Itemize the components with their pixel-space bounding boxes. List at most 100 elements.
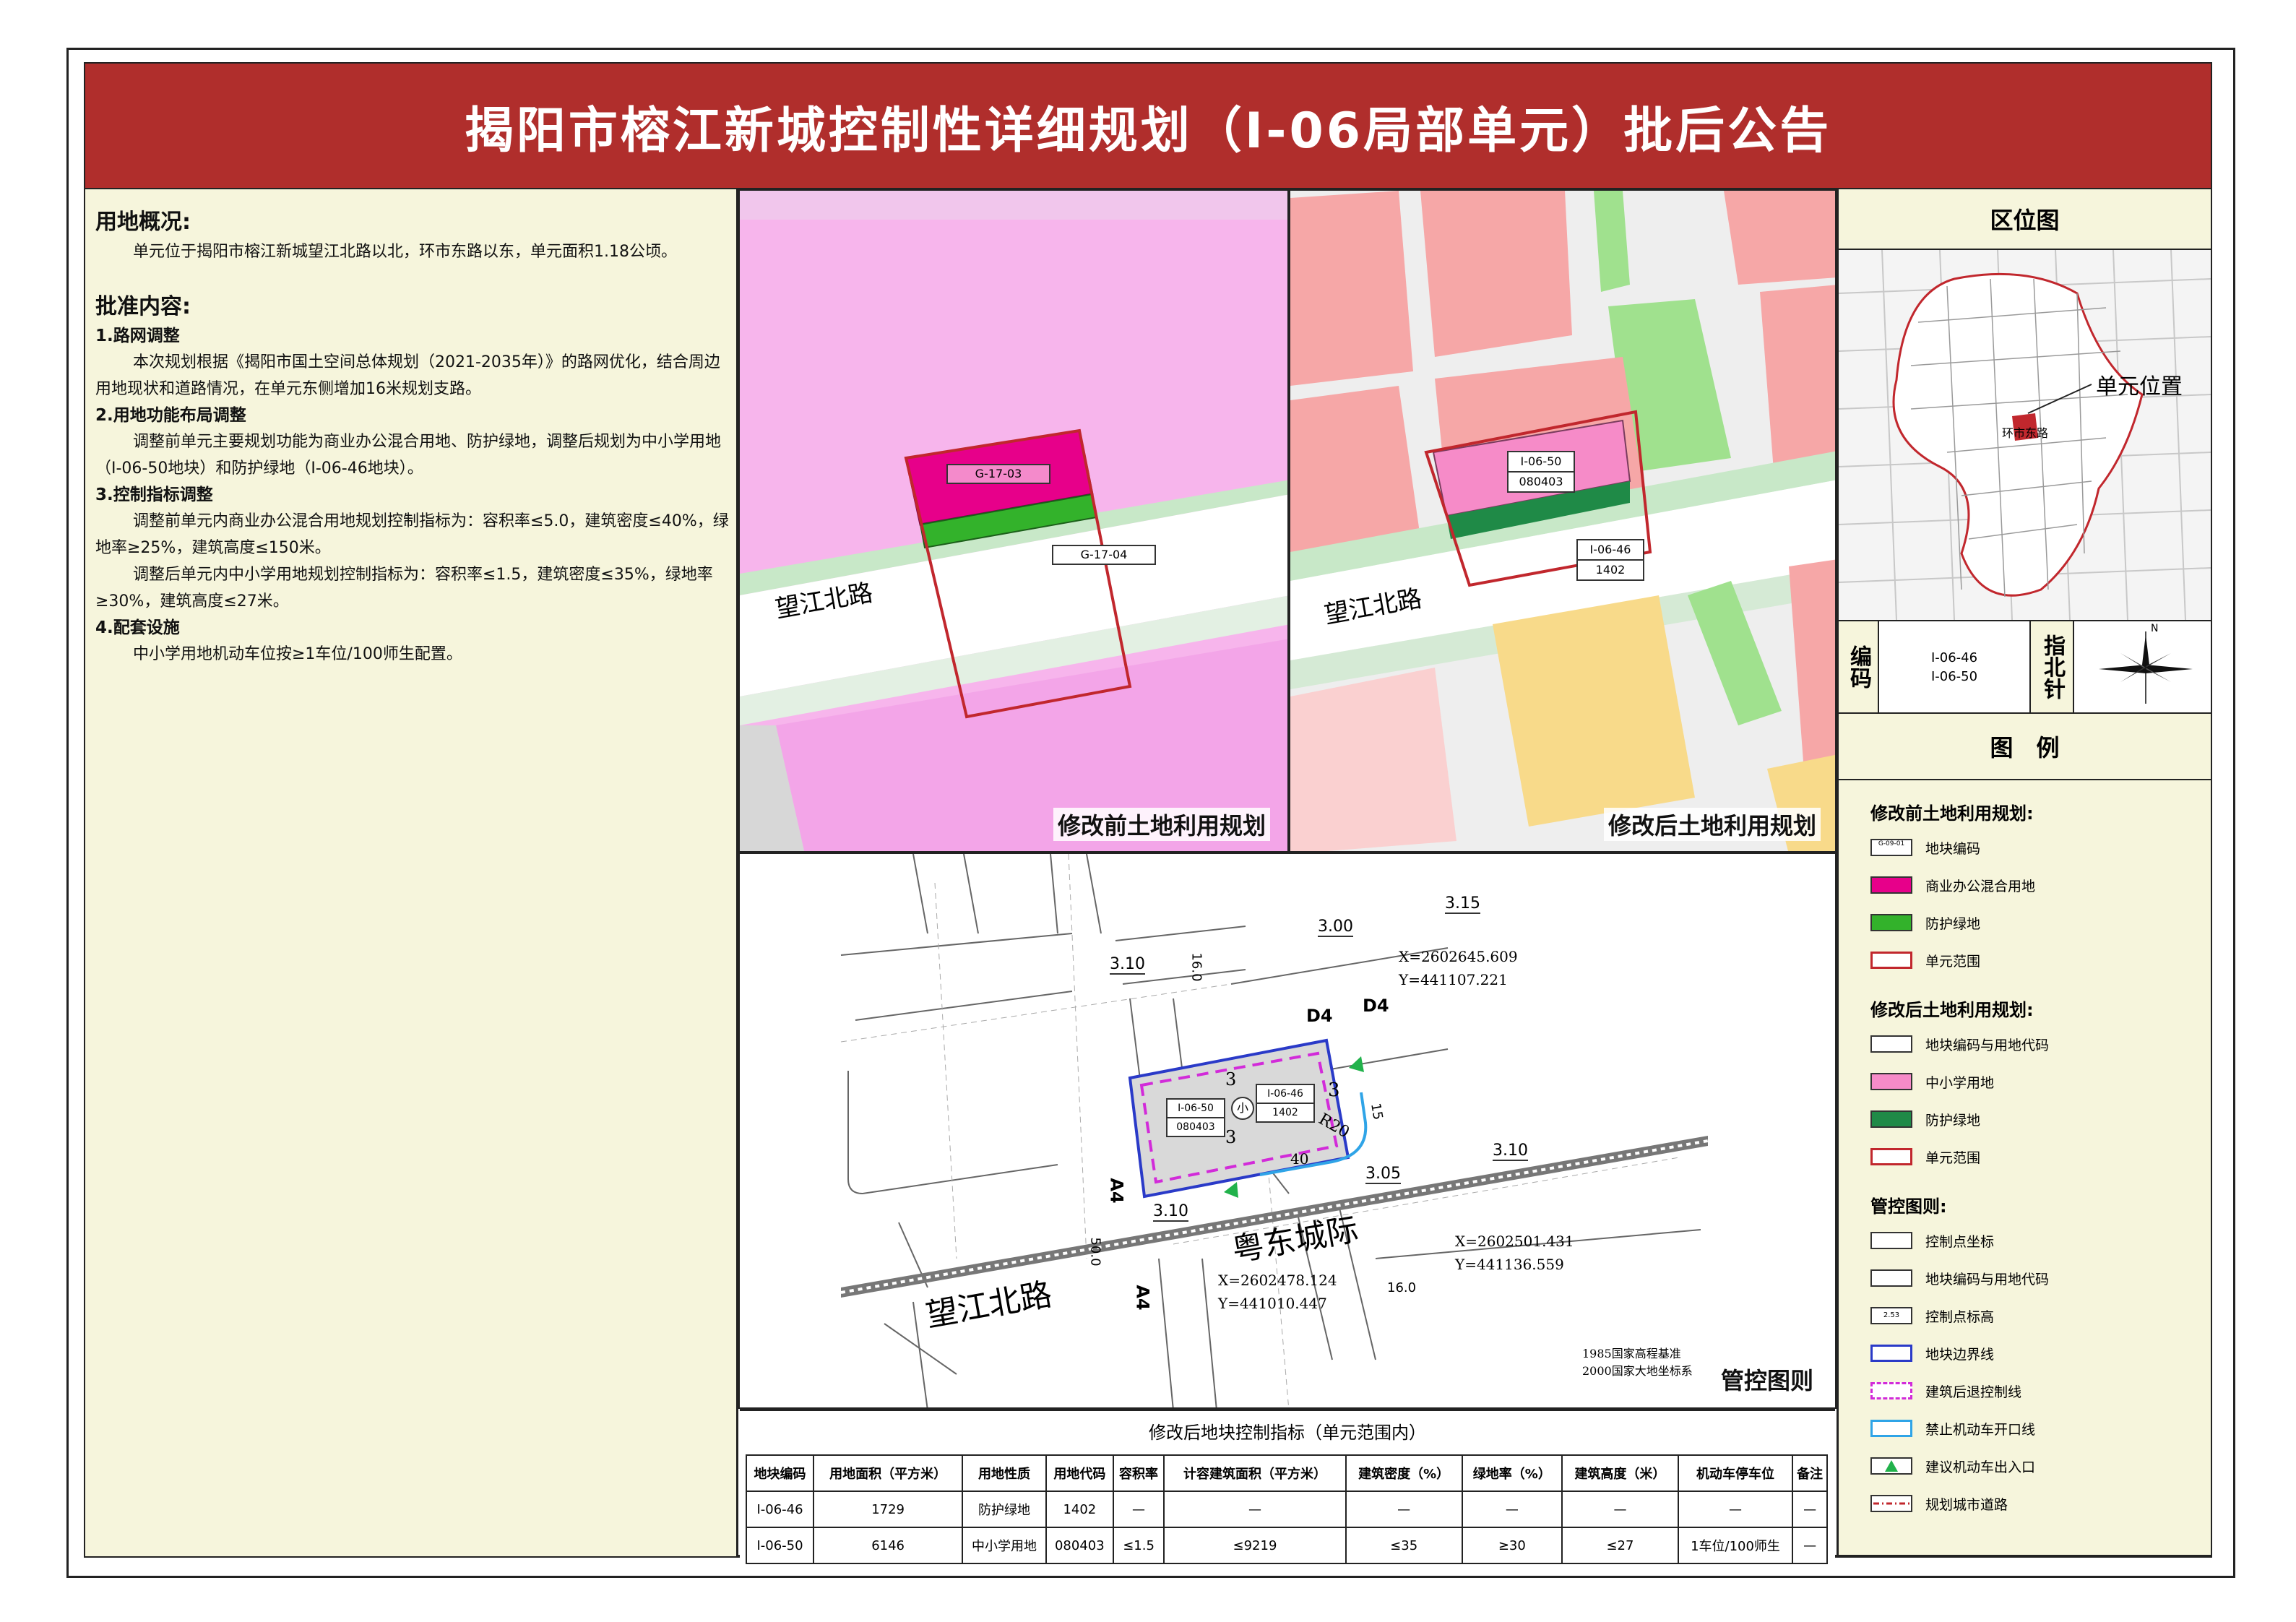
table-cell: 防护绿地 bbox=[962, 1491, 1047, 1528]
table-header-cell: 地块编码 bbox=[745, 1454, 815, 1492]
section-2-text: 调整前单元主要规划功能为商业办公混合用地、防护绿地，调整后规划为中小学用地（I-… bbox=[95, 433, 722, 478]
legend-control-item-6: 禁止机动车开口线 bbox=[1925, 1421, 2036, 1438]
table-cell: 1402 bbox=[1045, 1491, 1114, 1528]
ctrl-a4-bottom: A4 bbox=[1132, 1285, 1153, 1311]
ctrl-coord-3-x: X=2602478.124 bbox=[1218, 1272, 1337, 1289]
ctrl-coord-2-x: X=2602501.431 bbox=[1455, 1233, 1574, 1250]
ctrl-datum-height: 1985国家高程基准 bbox=[1582, 1347, 1681, 1360]
map-after: I-06-50 080403 I-06-46 1402 望江北路 修改后土地利用… bbox=[1289, 189, 1837, 853]
legend-after-green: 防护绿地 bbox=[1870, 1108, 1980, 1130]
table-header-cell: 用地面积（平方米） bbox=[813, 1454, 964, 1492]
table-header-cell: 绿地率（%） bbox=[1461, 1454, 1563, 1492]
table-cell: — bbox=[1461, 1491, 1563, 1528]
legend-ctrl-setback: 建筑后退控制线 bbox=[1870, 1380, 2021, 1402]
page-title: 揭阳市榕江新城控制性详细规划（I-06局部单元）批后公告 bbox=[464, 102, 1832, 160]
legend-coord-swatch bbox=[1870, 1232, 1912, 1249]
legend-control-item-2: 地块编码与用地代码 bbox=[1925, 1271, 2050, 1287]
legend-block-line-swatch bbox=[1870, 1345, 1912, 1362]
legend: 修改前土地利用规划: G-09-01 地块编码 商业办公混合用地 防护绿地 单元… bbox=[1839, 780, 2211, 1555]
overview-heading: 用地概况: bbox=[95, 210, 191, 235]
legend-before-item-2: 商业办公混合用地 bbox=[1925, 878, 2036, 894]
ctrl-block1-box: I-06-50 080403 bbox=[1166, 1098, 1225, 1137]
section-1-text: 本次规划根据《揭阳市国土空间总体规划（2021-2035年）》的路网优化，结合周… bbox=[95, 353, 720, 398]
ctrl-d4-left: D4 bbox=[1306, 1006, 1333, 1026]
legend-protect-green-swatch bbox=[1870, 1110, 1912, 1128]
legend-control-item-5: 建筑后退控制线 bbox=[1925, 1384, 2022, 1400]
legend-ctrl-elev: 2.53 控制点标高 bbox=[1870, 1305, 1994, 1326]
ctrl-datum-coord: 2000国家大地坐标系 bbox=[1582, 1364, 1693, 1378]
legend-after-boundary-swatch bbox=[1870, 1148, 1912, 1165]
legend-before-item-3: 防护绿地 bbox=[1925, 915, 1981, 932]
ctrl-elev-2: 3.00 bbox=[1318, 918, 1353, 937]
ctrl-block2-use: 1402 bbox=[1272, 1107, 1298, 1118]
legend-school-swatch bbox=[1870, 1073, 1912, 1090]
legend-control-item-7: 建议机动车出入口 bbox=[1925, 1459, 2036, 1475]
ctrl-block1-code: I-06-50 bbox=[1168, 1100, 1224, 1118]
table-cell: — bbox=[1163, 1491, 1347, 1528]
legend-ctrl-noentry: 禁止机动车开口线 bbox=[1870, 1418, 2035, 1439]
table-cell: ≤9219 bbox=[1163, 1527, 1347, 1564]
ctrl-coord-3-y: Y=441010.447 bbox=[1218, 1295, 1327, 1312]
legend-after-boundary: 单元范围 bbox=[1870, 1146, 1980, 1168]
table-header-cell: 计容建筑面积（平方米） bbox=[1163, 1454, 1347, 1492]
ctrl-width-2: 16.0 bbox=[1387, 1280, 1417, 1295]
legend-after-item-4: 单元范围 bbox=[1925, 1149, 1981, 1166]
table-cell: 中小学用地 bbox=[962, 1527, 1047, 1564]
legend-noentry-swatch bbox=[1870, 1420, 1912, 1437]
legend-boundary-swatch bbox=[1870, 952, 1912, 969]
ctrl-datum: 1985国家高程基准 2000国家大地坐标系 bbox=[1582, 1345, 1693, 1380]
ctrl-coord-1-y: Y=441107.221 bbox=[1399, 971, 1508, 988]
control-table-section: 修改后地块控制指标（单元范围内） 地块编码 用地面积（平方米） 用地性质 用地代码 容积… bbox=[740, 1409, 1835, 1564]
table-cell: 1729 bbox=[813, 1491, 964, 1528]
code-item-1: I-06-46 bbox=[1930, 650, 1978, 665]
table-body: I-06-46 1729 防护绿地 1402— — — — — — — I-06-50 6146 中小学… bbox=[745, 1491, 1828, 1564]
after-code-2-box: I-06-46 1402 bbox=[1576, 539, 1644, 581]
legend-ctrl-block: 地块边界线 bbox=[1870, 1342, 1994, 1364]
legend-before-green: 防护绿地 bbox=[1870, 912, 1980, 933]
ctrl-dim-15: 15 bbox=[1368, 1102, 1386, 1121]
legend-heading: 图 例 bbox=[1839, 714, 2211, 780]
location-road-label: 环市东路 bbox=[2002, 426, 2049, 440]
ctrl-setback-3c: 3 bbox=[1328, 1079, 1340, 1101]
entrance-triangle-icon bbox=[1885, 1460, 1898, 1472]
legend-before-title: 修改前土地利用规划: bbox=[1870, 803, 2034, 824]
table-cell: 6146 bbox=[813, 1527, 964, 1564]
ctrl-setback-3a: 3 bbox=[1225, 1069, 1237, 1090]
ctrl-elev-1: 3.10 bbox=[1110, 955, 1145, 975]
legend-ctrl-code: 地块编码与用地代码 bbox=[1870, 1267, 2049, 1289]
code-item-2: I-06-50 bbox=[1930, 669, 1978, 684]
section-4-title: 4.配套设施 bbox=[95, 618, 180, 637]
after-code-2: I-06-46 bbox=[1578, 540, 1643, 561]
ctrl-elev-3: 3.15 bbox=[1445, 894, 1480, 914]
legend-before-commercial: 商业办公混合用地 bbox=[1870, 874, 2035, 896]
ctrl-block2-box: I-06-46 1402 bbox=[1256, 1084, 1315, 1123]
after-map-caption: 修改后土地利用规划 bbox=[1603, 808, 1821, 841]
table-row: I-06-50 6146 中小学用地 080403 ≤1.5 ≤9219 ≤35 ≥30 ≤27… bbox=[745, 1527, 1828, 1564]
legend-after-item-3: 防护绿地 bbox=[1925, 1112, 1981, 1129]
legend-setback-swatch bbox=[1870, 1382, 1912, 1399]
legend-code-swatch: G-09-01 bbox=[1870, 839, 1912, 856]
legend-after-code-swatch bbox=[1870, 1035, 1912, 1053]
control-map-caption: 管控图则 bbox=[1716, 1363, 1818, 1396]
table-header-cell: 容积率 bbox=[1112, 1454, 1165, 1492]
legend-road-swatch bbox=[1870, 1495, 1912, 1512]
north-arrow-icon: N bbox=[2084, 623, 2207, 709]
ctrl-coord-3: X=2602478.124 Y=441010.447 bbox=[1218, 1269, 1337, 1315]
legend-ctrl-entrance: 建议机动车出入口 bbox=[1870, 1455, 2035, 1477]
location-map-heading: 区位图 bbox=[1839, 189, 2211, 250]
north-letter: N bbox=[2151, 623, 2159, 634]
table-cell: 1车位/100师生 bbox=[1677, 1527, 1794, 1564]
control-table: 地块编码 用地面积（平方米） 用地性质 用地代码 容积率 计容建筑面积（平方米） 建筑密度（… bbox=[745, 1454, 1828, 1564]
legend-commercial-swatch bbox=[1870, 876, 1912, 894]
code-list: I-06-46 I-06-50 bbox=[1879, 649, 2029, 686]
ctrl-width-1: 16.0 bbox=[1188, 952, 1204, 982]
road-line-icon bbox=[1873, 1502, 1909, 1505]
after-code-1-box: I-06-50 080403 bbox=[1507, 451, 1575, 493]
table-cell: ≤35 bbox=[1345, 1527, 1463, 1564]
table-header-cell: 备注 bbox=[1792, 1454, 1828, 1492]
table-header-cell: 机动车停车位 bbox=[1677, 1454, 1794, 1492]
legend-control-item-3: 控制点标高 bbox=[1925, 1308, 1995, 1325]
after-code-1: I-06-50 bbox=[1509, 452, 1574, 473]
legend-before-item-1: 地块编码 bbox=[1925, 840, 1981, 857]
section-4-text: 中小学用地机动车位按≥1车位/100师生配置。 bbox=[133, 645, 462, 663]
